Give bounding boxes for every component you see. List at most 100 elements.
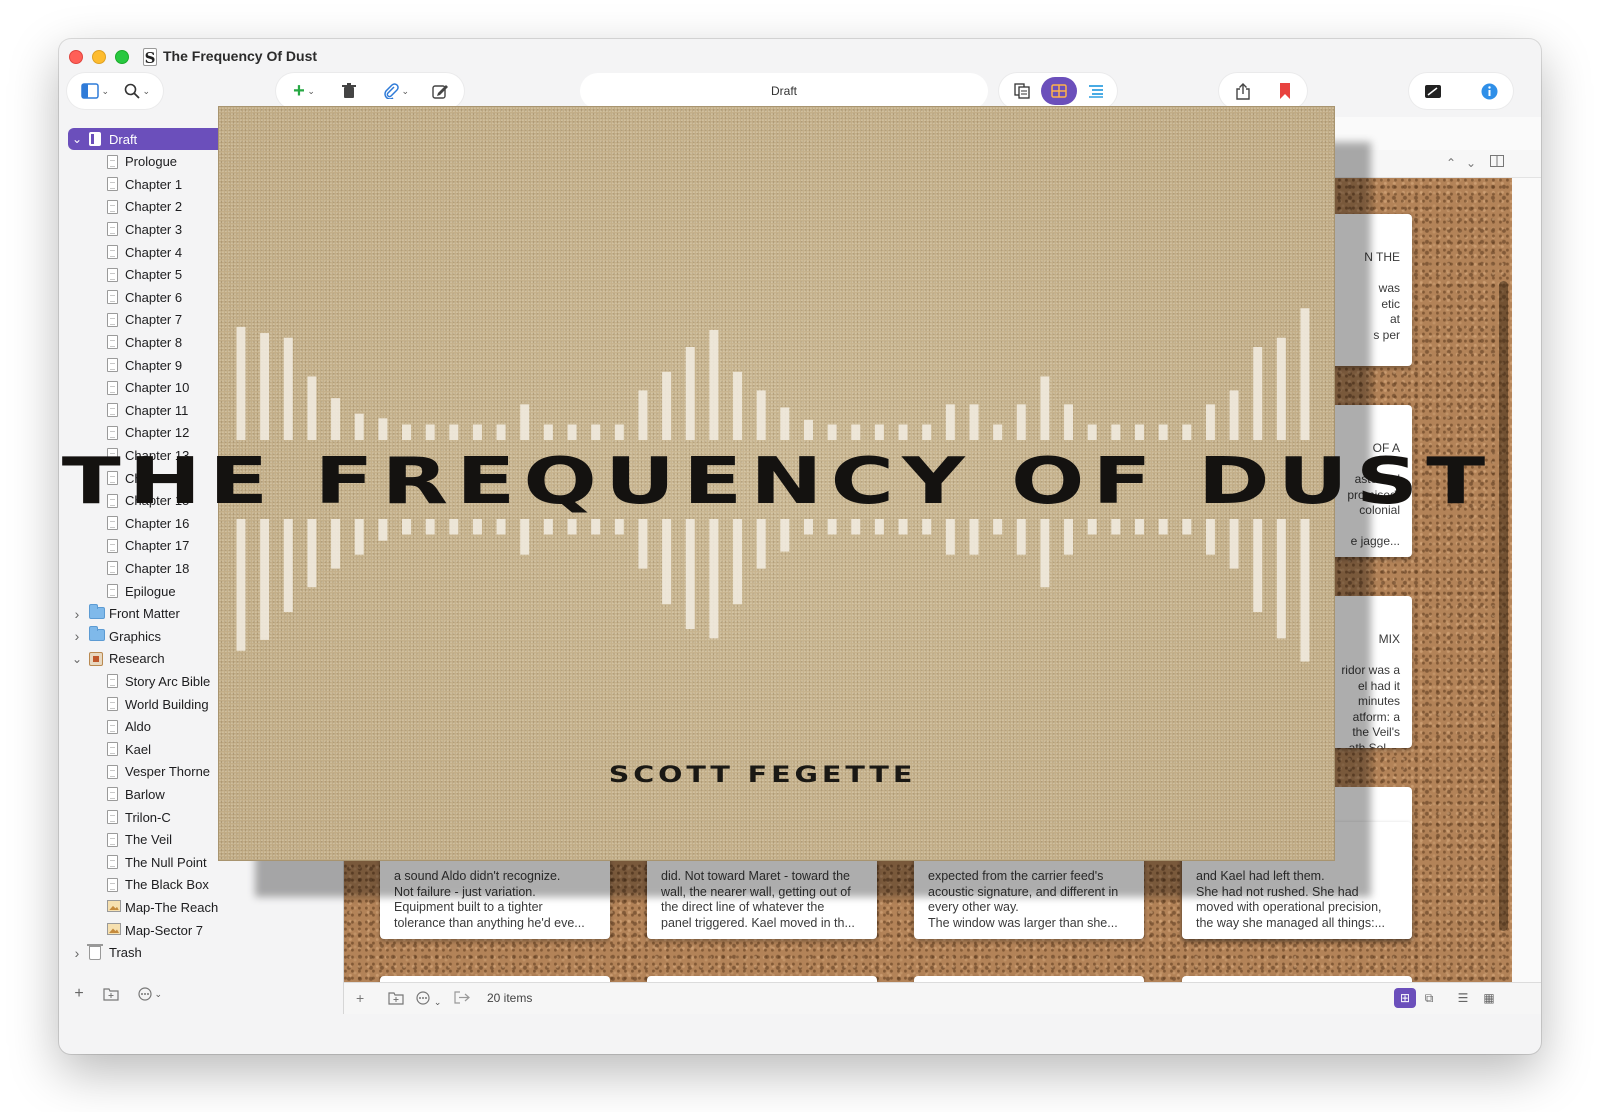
document-icon <box>107 584 118 598</box>
search-button[interactable]: ⌄ <box>117 73 157 109</box>
waveform-bar-top <box>1040 376 1050 440</box>
grid-icon <box>1051 84 1067 98</box>
binder-item-label: Story Arc Bible <box>125 673 211 689</box>
binder-item-trash[interactable]: › Trash <box>59 942 343 964</box>
waveform-bar-bottom <box>402 519 412 535</box>
waveform-bar-top <box>1134 424 1144 440</box>
card-actions-button[interactable]: ⌄ <box>416 991 441 1008</box>
binder-item-label: Chapter 1 <box>125 176 183 192</box>
waveform-bar-top <box>756 390 766 440</box>
binder-item-label: Chapter 5 <box>125 267 183 283</box>
location-field[interactable]: Draft <box>580 73 988 109</box>
composition-icon <box>1425 84 1441 98</box>
document-icon <box>107 290 118 305</box>
waveform-bar-bottom <box>260 519 270 640</box>
document-icon <box>107 403 118 418</box>
outliner-mode-button[interactable] <box>1079 73 1113 109</box>
label-view-button[interactable]: ☰ <box>1452 988 1474 1008</box>
bookmark-button[interactable] <box>1269 73 1301 109</box>
document-icon <box>107 267 118 282</box>
waveform-bar-bottom <box>638 519 648 569</box>
document-stack-icon <box>1014 83 1030 99</box>
add-folder-card-button[interactable] <box>388 991 404 1008</box>
document-icon <box>107 335 118 350</box>
waveform-bar-bottom <box>1229 519 1239 569</box>
chevron-right-icon[interactable]: › <box>71 945 83 961</box>
chevron-right-icon[interactable]: › <box>71 628 83 644</box>
attach-button[interactable]: ⌄ <box>376 73 416 109</box>
card-synopsis-line: every other way. <box>928 900 1019 914</box>
binder-item-label: Graphics <box>109 628 162 644</box>
document-icon <box>107 561 118 576</box>
document-icon <box>107 719 118 734</box>
add-document-button[interactable]: + <box>69 974 89 1014</box>
card-view-button[interactable]: ⊞ <box>1394 988 1416 1008</box>
binder-item-map-the-reach[interactable]: Map-The Reach <box>59 896 343 918</box>
document-icon <box>107 222 118 237</box>
scrivenings-mode-button[interactable] <box>1005 73 1039 109</box>
move-button[interactable] <box>454 991 470 1007</box>
waveform-bar-top <box>1064 404 1074 440</box>
add-card-button[interactable]: + <box>356 990 364 1006</box>
sidebar-toggle-button[interactable]: ⌄ <box>75 73 115 109</box>
binder-item-label: The Null Point <box>125 854 207 870</box>
waveform-bar-bottom <box>307 519 317 588</box>
waveform-bar-top <box>851 424 861 440</box>
waveform-bar-top <box>685 347 695 440</box>
binder-item-label: Aldo <box>125 719 152 735</box>
inspector-button[interactable] <box>1473 73 1505 109</box>
composition-mode-button[interactable] <box>1417 73 1449 109</box>
chevron-down-icon[interactable]: ⌄ <box>71 652 83 666</box>
card-synopsis-line: The window was larger than she... <box>928 915 1118 930</box>
binder-item-label: The Black Box <box>125 877 209 893</box>
plus-icon: + <box>74 985 84 1002</box>
chevron-down-icon: ⌄ <box>98 85 110 96</box>
waveform-bar-top <box>898 424 908 440</box>
binder-actions-button[interactable]: ⌄ <box>135 974 165 1014</box>
binder-item-label: Chapter 8 <box>125 334 183 350</box>
minimize-window-button[interactable] <box>92 50 106 64</box>
binder-footer: + ⌄ <box>59 974 343 1014</box>
freeform-view-button[interactable]: ⧉ <box>1418 988 1440 1008</box>
waveform-bar-top <box>1229 390 1239 440</box>
chevron-down-icon[interactable]: ⌄ <box>71 132 83 146</box>
waveform-bar-bottom <box>874 519 884 535</box>
waveform-bar-bottom <box>993 519 1003 535</box>
zoom-window-button[interactable] <box>115 50 129 64</box>
delete-button[interactable] <box>334 73 364 109</box>
split-editor-button[interactable] <box>1490 155 1504 170</box>
waveform-bar-top <box>472 424 482 440</box>
card-synopsis-line: tolerance than anything he'd eve... <box>394 915 585 930</box>
add-folder-button[interactable] <box>101 974 121 1014</box>
card-size-button[interactable]: ▦ <box>1478 988 1500 1008</box>
next-document-button[interactable]: ⌄ <box>1466 156 1476 170</box>
waveform-bar-bottom <box>969 519 979 555</box>
cover-image-preview[interactable]: THE FREQUENCY OF DUST SCOTT FEGETTE <box>62 106 1485 861</box>
binder-item-label: Map-Sector 7 <box>125 922 204 938</box>
corkboard-scrollbar[interactable] <box>1499 281 1508 931</box>
add-item-button[interactable]: + ⌄ <box>284 73 324 109</box>
corkboard-mode-button[interactable] <box>1041 77 1077 105</box>
waveform-bar-top <box>449 424 459 440</box>
chevron-down-icon: ⌄ <box>151 988 163 999</box>
compose-button[interactable] <box>424 73 456 109</box>
document-icon <box>107 832 118 847</box>
chevron-right-icon[interactable]: › <box>71 606 83 622</box>
app-document-icon: S <box>143 48 157 67</box>
previous-document-button[interactable]: ⌃ <box>1446 156 1456 170</box>
folder-icon <box>89 603 105 619</box>
binder-item-label: Chapter 12 <box>125 425 190 441</box>
waveform-bar-bottom <box>496 519 506 535</box>
binder-item-label: World Building <box>125 696 209 712</box>
waveform-bar-top <box>236 326 246 440</box>
share-button[interactable] <box>1227 73 1259 109</box>
sidebar-icon <box>81 83 99 99</box>
waveform-bar-top <box>874 424 884 440</box>
document-icon <box>107 538 118 553</box>
waveform-bar-bottom <box>1300 519 1310 662</box>
document-icon <box>107 697 118 711</box>
binder-item-label: Trash <box>109 945 142 961</box>
binder-item-map-sector-7[interactable]: Map-Sector 7 <box>59 919 343 941</box>
close-window-button[interactable] <box>69 50 83 64</box>
document-icon <box>107 177 118 192</box>
